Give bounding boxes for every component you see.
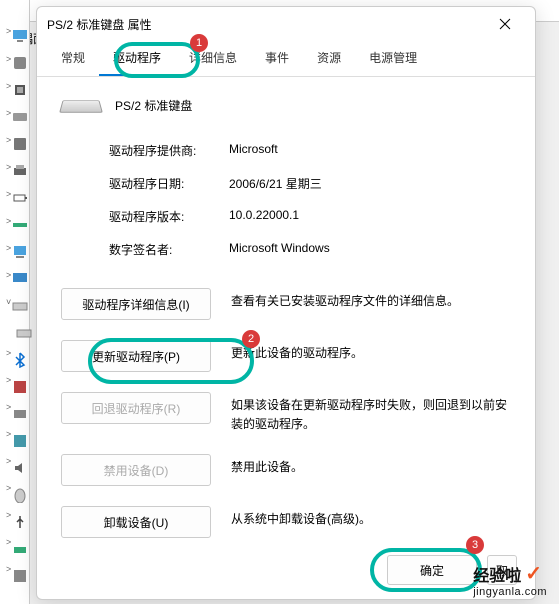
driver-details-button[interactable]: 驱动程序详细信息(I) (61, 288, 211, 320)
device-name: PS/2 标准键盘 (115, 97, 192, 114)
monitor2-icon (12, 271, 28, 287)
chevron-icon: ˃ (6, 189, 11, 199)
device-header: PS/2 标准键盘 (61, 97, 511, 114)
cancel-button-partial[interactable]: 取 (487, 555, 517, 585)
date-label: 驱动程序日期: (109, 175, 229, 192)
dialog-title: PS/2 标准键盘 属性 (47, 16, 485, 33)
info-row-provider: 驱动程序提供商: Microsoft (109, 142, 511, 159)
keyboard-icon (59, 100, 103, 112)
firmware-icon (12, 379, 28, 395)
chevron-icon: ˃ (6, 135, 11, 145)
chevron-icon: ˃ (6, 456, 11, 466)
close-button[interactable] (485, 9, 525, 39)
info-row-signer: 数字签名者: Microsoft Windows (109, 241, 511, 258)
monitor-icon (12, 28, 28, 44)
usb-icon (12, 514, 28, 530)
disable-device-button: 禁用设备(D) (61, 454, 211, 486)
action-row-disable: 禁用设备(D) 禁用此设备。 (61, 454, 511, 486)
ok-button[interactable]: 确定 (387, 555, 477, 585)
mouse-icon (12, 487, 28, 503)
chevron-icon: ˃ (6, 216, 11, 226)
properties-dialog: PS/2 标准键盘 属性 常规 驱动程序 详细信息 事件 资源 电源管理 PS/… (36, 6, 536, 600)
dialog-content: PS/2 标准键盘 驱动程序提供商: Microsoft 驱动程序日期: 200… (37, 77, 535, 541)
chevron-icon: ˃ (6, 81, 11, 91)
driver-info-table: 驱动程序提供商: Microsoft 驱动程序日期: 2006/6/21 星期三… (109, 142, 511, 258)
close-icon (499, 18, 511, 30)
tab-events[interactable]: 事件 (251, 41, 303, 76)
tab-bar: 常规 驱动程序 详细信息 事件 资源 电源管理 (37, 41, 535, 77)
cpu-icon (12, 82, 28, 98)
storage-icon (12, 136, 28, 152)
software-icon (12, 433, 28, 449)
bluetooth-icon (12, 352, 28, 368)
hid-icon (12, 406, 28, 422)
chevron-icon: ˃ (6, 510, 11, 520)
chevron-down-icon: ˅ (6, 297, 11, 307)
action-row-uninstall: 卸载设备(U) 从系统中卸载设备(高级)。 (61, 506, 511, 538)
battery-icon (12, 190, 28, 206)
action-row-details: 驱动程序详细信息(I) 查看有关已安装驱动程序文件的详细信息。 (61, 288, 511, 320)
rollback-driver-button: 回退驱动程序(R) (61, 392, 211, 424)
info-row-date: 驱动程序日期: 2006/6/21 星期三 (109, 175, 511, 192)
chevron-icon: ˃ (6, 402, 11, 412)
tab-driver[interactable]: 驱动程序 (99, 41, 175, 76)
update-driver-button[interactable]: 更新驱动程序(P) (61, 340, 211, 372)
update-driver-desc: 更新此设备的驱动程序。 (231, 340, 511, 363)
chevron-icon: ˃ (6, 375, 11, 385)
info-row-version: 驱动程序版本: 10.0.22000.1 (109, 208, 511, 225)
uninstall-device-button[interactable]: 卸载设备(U) (61, 506, 211, 538)
chevron-icon: ˃ (6, 348, 11, 358)
version-label: 驱动程序版本: (109, 208, 229, 225)
date-value: 2006/6/21 星期三 (229, 175, 322, 192)
computer-icon (12, 244, 28, 260)
chevron-icon: ˃ (6, 483, 11, 493)
keyboard-category-icon (12, 298, 28, 314)
tab-general[interactable]: 常规 (47, 41, 99, 76)
chevron-icon: ˃ (6, 243, 11, 253)
driver-details-desc: 查看有关已安装驱动程序文件的详细信息。 (231, 288, 511, 311)
device-icon (12, 55, 28, 71)
disk-icon (12, 109, 28, 125)
action-row-update: 更新驱动程序(P) 更新此设备的驱动程序。 (61, 340, 511, 372)
signer-value: Microsoft Windows (229, 241, 330, 258)
action-row-rollback: 回退驱动程序(R) 如果该设备在更新驱动程序时失败，则回退到以前安装的驱动程序。 (61, 392, 511, 434)
version-value: 10.0.22000.1 (229, 208, 299, 225)
provider-value: Microsoft (229, 142, 278, 159)
port-icon (12, 217, 28, 233)
system-icon (12, 568, 28, 584)
chevron-icon: ˃ (6, 54, 11, 64)
chevron-icon: ˃ (6, 537, 11, 547)
tab-resources[interactable]: 资源 (303, 41, 355, 76)
chevron-icon: ˃ (6, 564, 11, 574)
provider-label: 驱动程序提供商: (109, 142, 229, 159)
chevron-icon: ˃ (6, 429, 11, 439)
signer-label: 数字签名者: (109, 241, 229, 258)
chevron-icon: ˃ (6, 108, 11, 118)
keyboard-item-icon (16, 325, 32, 341)
rollback-driver-desc: 如果该设备在更新驱动程序时失败，则回退到以前安装的驱动程序。 (231, 392, 511, 434)
tab-power[interactable]: 电源管理 (355, 41, 431, 76)
audio-icon (12, 460, 28, 476)
network-icon (12, 541, 28, 557)
disable-device-desc: 禁用此设备。 (231, 454, 511, 477)
tab-details[interactable]: 详细信息 (175, 41, 251, 76)
chevron-icon: ˃ (6, 162, 11, 172)
chevron-icon: ˃ (6, 270, 11, 280)
background-icon-column: ˃ ˃ ˃ ˃ ˃ ˃ ˃ ˃ ˃ ˃ ˅ ˃ ˃ ˃ ˃ ˃ ˃ ˃ ˃ ˃ (0, 26, 30, 584)
printer-icon (12, 163, 28, 179)
titlebar: PS/2 标准键盘 属性 (37, 7, 535, 41)
dialog-footer: 确定 取 (37, 541, 535, 599)
chevron-icon: ˃ (6, 26, 11, 36)
uninstall-device-desc: 从系统中卸载设备(高级)。 (231, 506, 511, 529)
